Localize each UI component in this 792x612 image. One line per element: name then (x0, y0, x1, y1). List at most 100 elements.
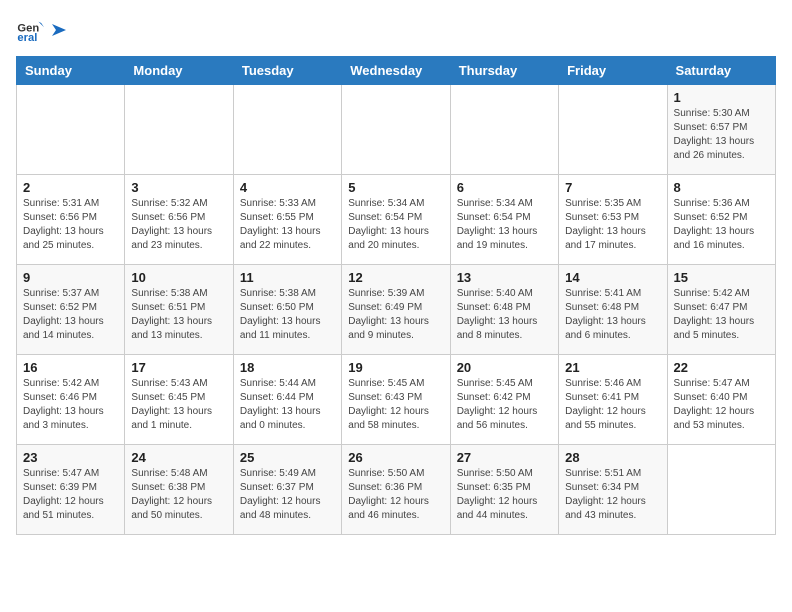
logo-icon: Gen eral (16, 16, 44, 44)
day-info: Sunrise: 5:47 AM Sunset: 6:40 PM Dayligh… (674, 377, 769, 433)
day-number: 4 (240, 180, 335, 195)
day-number: 1 (674, 90, 769, 105)
header-sunday: Sunday (17, 57, 125, 85)
day-info: Sunrise: 5:50 AM Sunset: 6:36 PM Dayligh… (348, 467, 443, 523)
week-row-1: 2Sunrise: 5:31 AM Sunset: 6:56 PM Daylig… (17, 175, 776, 265)
header-row: SundayMondayTuesdayWednesdayThursdayFrid… (17, 57, 776, 85)
day-number: 3 (131, 180, 226, 195)
header-monday: Monday (125, 57, 233, 85)
week-row-0: 1 Sunrise: 5:30 AM Sunset: 6:57 PM Daylig… (17, 85, 776, 175)
day-number: 16 (23, 360, 118, 375)
calendar-cell: 18 Sunrise: 5:44 AM Sunset: 6:44 PM Dayli… (233, 355, 341, 445)
calendar-cell: 2Sunrise: 5:31 AM Sunset: 6:56 PM Daylig… (17, 175, 125, 265)
day-number: 23 (23, 450, 118, 465)
day-number: 19 (348, 360, 443, 375)
calendar-cell: 26 Sunrise: 5:50 AM Sunset: 6:36 PM Dayli… (342, 445, 450, 535)
header-friday: Friday (559, 57, 667, 85)
day-info: Sunrise: 5:47 AM Sunset: 6:39 PM Dayligh… (23, 467, 118, 523)
calendar-cell: 1 Sunrise: 5:30 AM Sunset: 6:57 PM Daylig… (667, 85, 775, 175)
day-number: 26 (348, 450, 443, 465)
day-info: Sunrise: 5:51 AM Sunset: 6:34 PM Dayligh… (565, 467, 660, 523)
calendar-cell (342, 85, 450, 175)
calendar-cell: 3 Sunrise: 5:32 AM Sunset: 6:56 PM Daylig… (125, 175, 233, 265)
day-number: 20 (457, 360, 552, 375)
header-wednesday: Wednesday (342, 57, 450, 85)
calendar-cell: 20 Sunrise: 5:45 AM Sunset: 6:42 PM Dayli… (450, 355, 558, 445)
calendar-cell: 28 Sunrise: 5:51 AM Sunset: 6:34 PM Dayli… (559, 445, 667, 535)
day-number: 11 (240, 270, 335, 285)
calendar-cell: 19 Sunrise: 5:45 AM Sunset: 6:43 PM Dayli… (342, 355, 450, 445)
calendar-cell (125, 85, 233, 175)
day-info: Sunrise: 5:49 AM Sunset: 6:37 PM Dayligh… (240, 467, 335, 523)
svg-text:eral: eral (17, 32, 37, 44)
calendar-cell: 15Sunrise: 5:42 AM Sunset: 6:47 PM Dayli… (667, 265, 775, 355)
day-number: 9 (23, 270, 118, 285)
header: Gen eral (16, 16, 776, 44)
day-info: Sunrise: 5:39 AM Sunset: 6:49 PM Dayligh… (348, 287, 443, 343)
day-info: Sunrise: 5:34 AM Sunset: 6:54 PM Dayligh… (348, 197, 443, 253)
day-info: Sunrise: 5:44 AM Sunset: 6:44 PM Dayligh… (240, 377, 335, 433)
day-number: 17 (131, 360, 226, 375)
calendar-cell: 21Sunrise: 5:46 AM Sunset: 6:41 PM Dayli… (559, 355, 667, 445)
day-number: 22 (674, 360, 769, 375)
day-info: Sunrise: 5:36 AM Sunset: 6:52 PM Dayligh… (674, 197, 769, 253)
calendar-cell: 17 Sunrise: 5:43 AM Sunset: 6:45 PM Dayli… (125, 355, 233, 445)
day-number: 5 (348, 180, 443, 195)
day-number: 14 (565, 270, 660, 285)
day-info: Sunrise: 5:48 AM Sunset: 6:38 PM Dayligh… (131, 467, 226, 523)
day-info: Sunrise: 5:33 AM Sunset: 6:55 PM Dayligh… (240, 197, 335, 253)
calendar-cell (17, 85, 125, 175)
day-info: Sunrise: 5:38 AM Sunset: 6:50 PM Dayligh… (240, 287, 335, 343)
day-info: Sunrise: 5:40 AM Sunset: 6:48 PM Dayligh… (457, 287, 552, 343)
week-row-2: 9Sunrise: 5:37 AM Sunset: 6:52 PM Daylig… (17, 265, 776, 355)
calendar-cell: 11 Sunrise: 5:38 AM Sunset: 6:50 PM Dayli… (233, 265, 341, 355)
day-number: 28 (565, 450, 660, 465)
day-number: 13 (457, 270, 552, 285)
calendar-cell: 22 Sunrise: 5:47 AM Sunset: 6:40 PM Dayli… (667, 355, 775, 445)
day-number: 25 (240, 450, 335, 465)
day-info: Sunrise: 5:45 AM Sunset: 6:43 PM Dayligh… (348, 377, 443, 433)
calendar-cell: 16 Sunrise: 5:42 AM Sunset: 6:46 PM Dayli… (17, 355, 125, 445)
day-number: 8 (674, 180, 769, 195)
calendar-cell (233, 85, 341, 175)
calendar-cell (559, 85, 667, 175)
day-number: 2 (23, 180, 118, 195)
day-info: Sunrise: 5:42 AM Sunset: 6:46 PM Dayligh… (23, 377, 118, 433)
calendar-cell: 9Sunrise: 5:37 AM Sunset: 6:52 PM Daylig… (17, 265, 125, 355)
day-info: Sunrise: 5:32 AM Sunset: 6:56 PM Dayligh… (131, 197, 226, 253)
day-number: 27 (457, 450, 552, 465)
calendar-cell: 10 Sunrise: 5:38 AM Sunset: 6:51 PM Dayli… (125, 265, 233, 355)
day-info: Sunrise: 5:34 AM Sunset: 6:54 PM Dayligh… (457, 197, 552, 253)
day-number: 18 (240, 360, 335, 375)
calendar-cell: 27 Sunrise: 5:50 AM Sunset: 6:35 PM Dayli… (450, 445, 558, 535)
day-number: 10 (131, 270, 226, 285)
calendar-cell: 12 Sunrise: 5:39 AM Sunset: 6:49 PM Dayli… (342, 265, 450, 355)
calendar-cell (450, 85, 558, 175)
logo: Gen eral (16, 16, 68, 44)
calendar-cell: 5 Sunrise: 5:34 AM Sunset: 6:54 PM Daylig… (342, 175, 450, 265)
day-info: Sunrise: 5:38 AM Sunset: 6:51 PM Dayligh… (131, 287, 226, 343)
day-info: Sunrise: 5:42 AM Sunset: 6:47 PM Dayligh… (674, 287, 769, 343)
calendar-cell (667, 445, 775, 535)
calendar-cell: 24 Sunrise: 5:48 AM Sunset: 6:38 PM Dayli… (125, 445, 233, 535)
calendar-cell: 7Sunrise: 5:35 AM Sunset: 6:53 PM Daylig… (559, 175, 667, 265)
calendar-cell: 14 Sunrise: 5:41 AM Sunset: 6:48 PM Dayli… (559, 265, 667, 355)
logo-arrow-icon (48, 20, 68, 40)
day-number: 21 (565, 360, 660, 375)
calendar-cell: 6 Sunrise: 5:34 AM Sunset: 6:54 PM Daylig… (450, 175, 558, 265)
week-row-3: 16 Sunrise: 5:42 AM Sunset: 6:46 PM Dayli… (17, 355, 776, 445)
calendar-cell: 25 Sunrise: 5:49 AM Sunset: 6:37 PM Dayli… (233, 445, 341, 535)
calendar-cell: 4 Sunrise: 5:33 AM Sunset: 6:55 PM Daylig… (233, 175, 341, 265)
day-info: Sunrise: 5:50 AM Sunset: 6:35 PM Dayligh… (457, 467, 552, 523)
day-number: 24 (131, 450, 226, 465)
day-info: Sunrise: 5:45 AM Sunset: 6:42 PM Dayligh… (457, 377, 552, 433)
calendar-cell: 23 Sunrise: 5:47 AM Sunset: 6:39 PM Dayli… (17, 445, 125, 535)
header-tuesday: Tuesday (233, 57, 341, 85)
day-info: Sunrise: 5:35 AM Sunset: 6:53 PM Dayligh… (565, 197, 660, 253)
calendar-cell: 8 Sunrise: 5:36 AM Sunset: 6:52 PM Daylig… (667, 175, 775, 265)
day-number: 6 (457, 180, 552, 195)
day-number: 12 (348, 270, 443, 285)
day-info: Sunrise: 5:43 AM Sunset: 6:45 PM Dayligh… (131, 377, 226, 433)
day-info: Sunrise: 5:41 AM Sunset: 6:48 PM Dayligh… (565, 287, 660, 343)
day-info: Sunrise: 5:30 AM Sunset: 6:57 PM Dayligh… (674, 107, 769, 163)
